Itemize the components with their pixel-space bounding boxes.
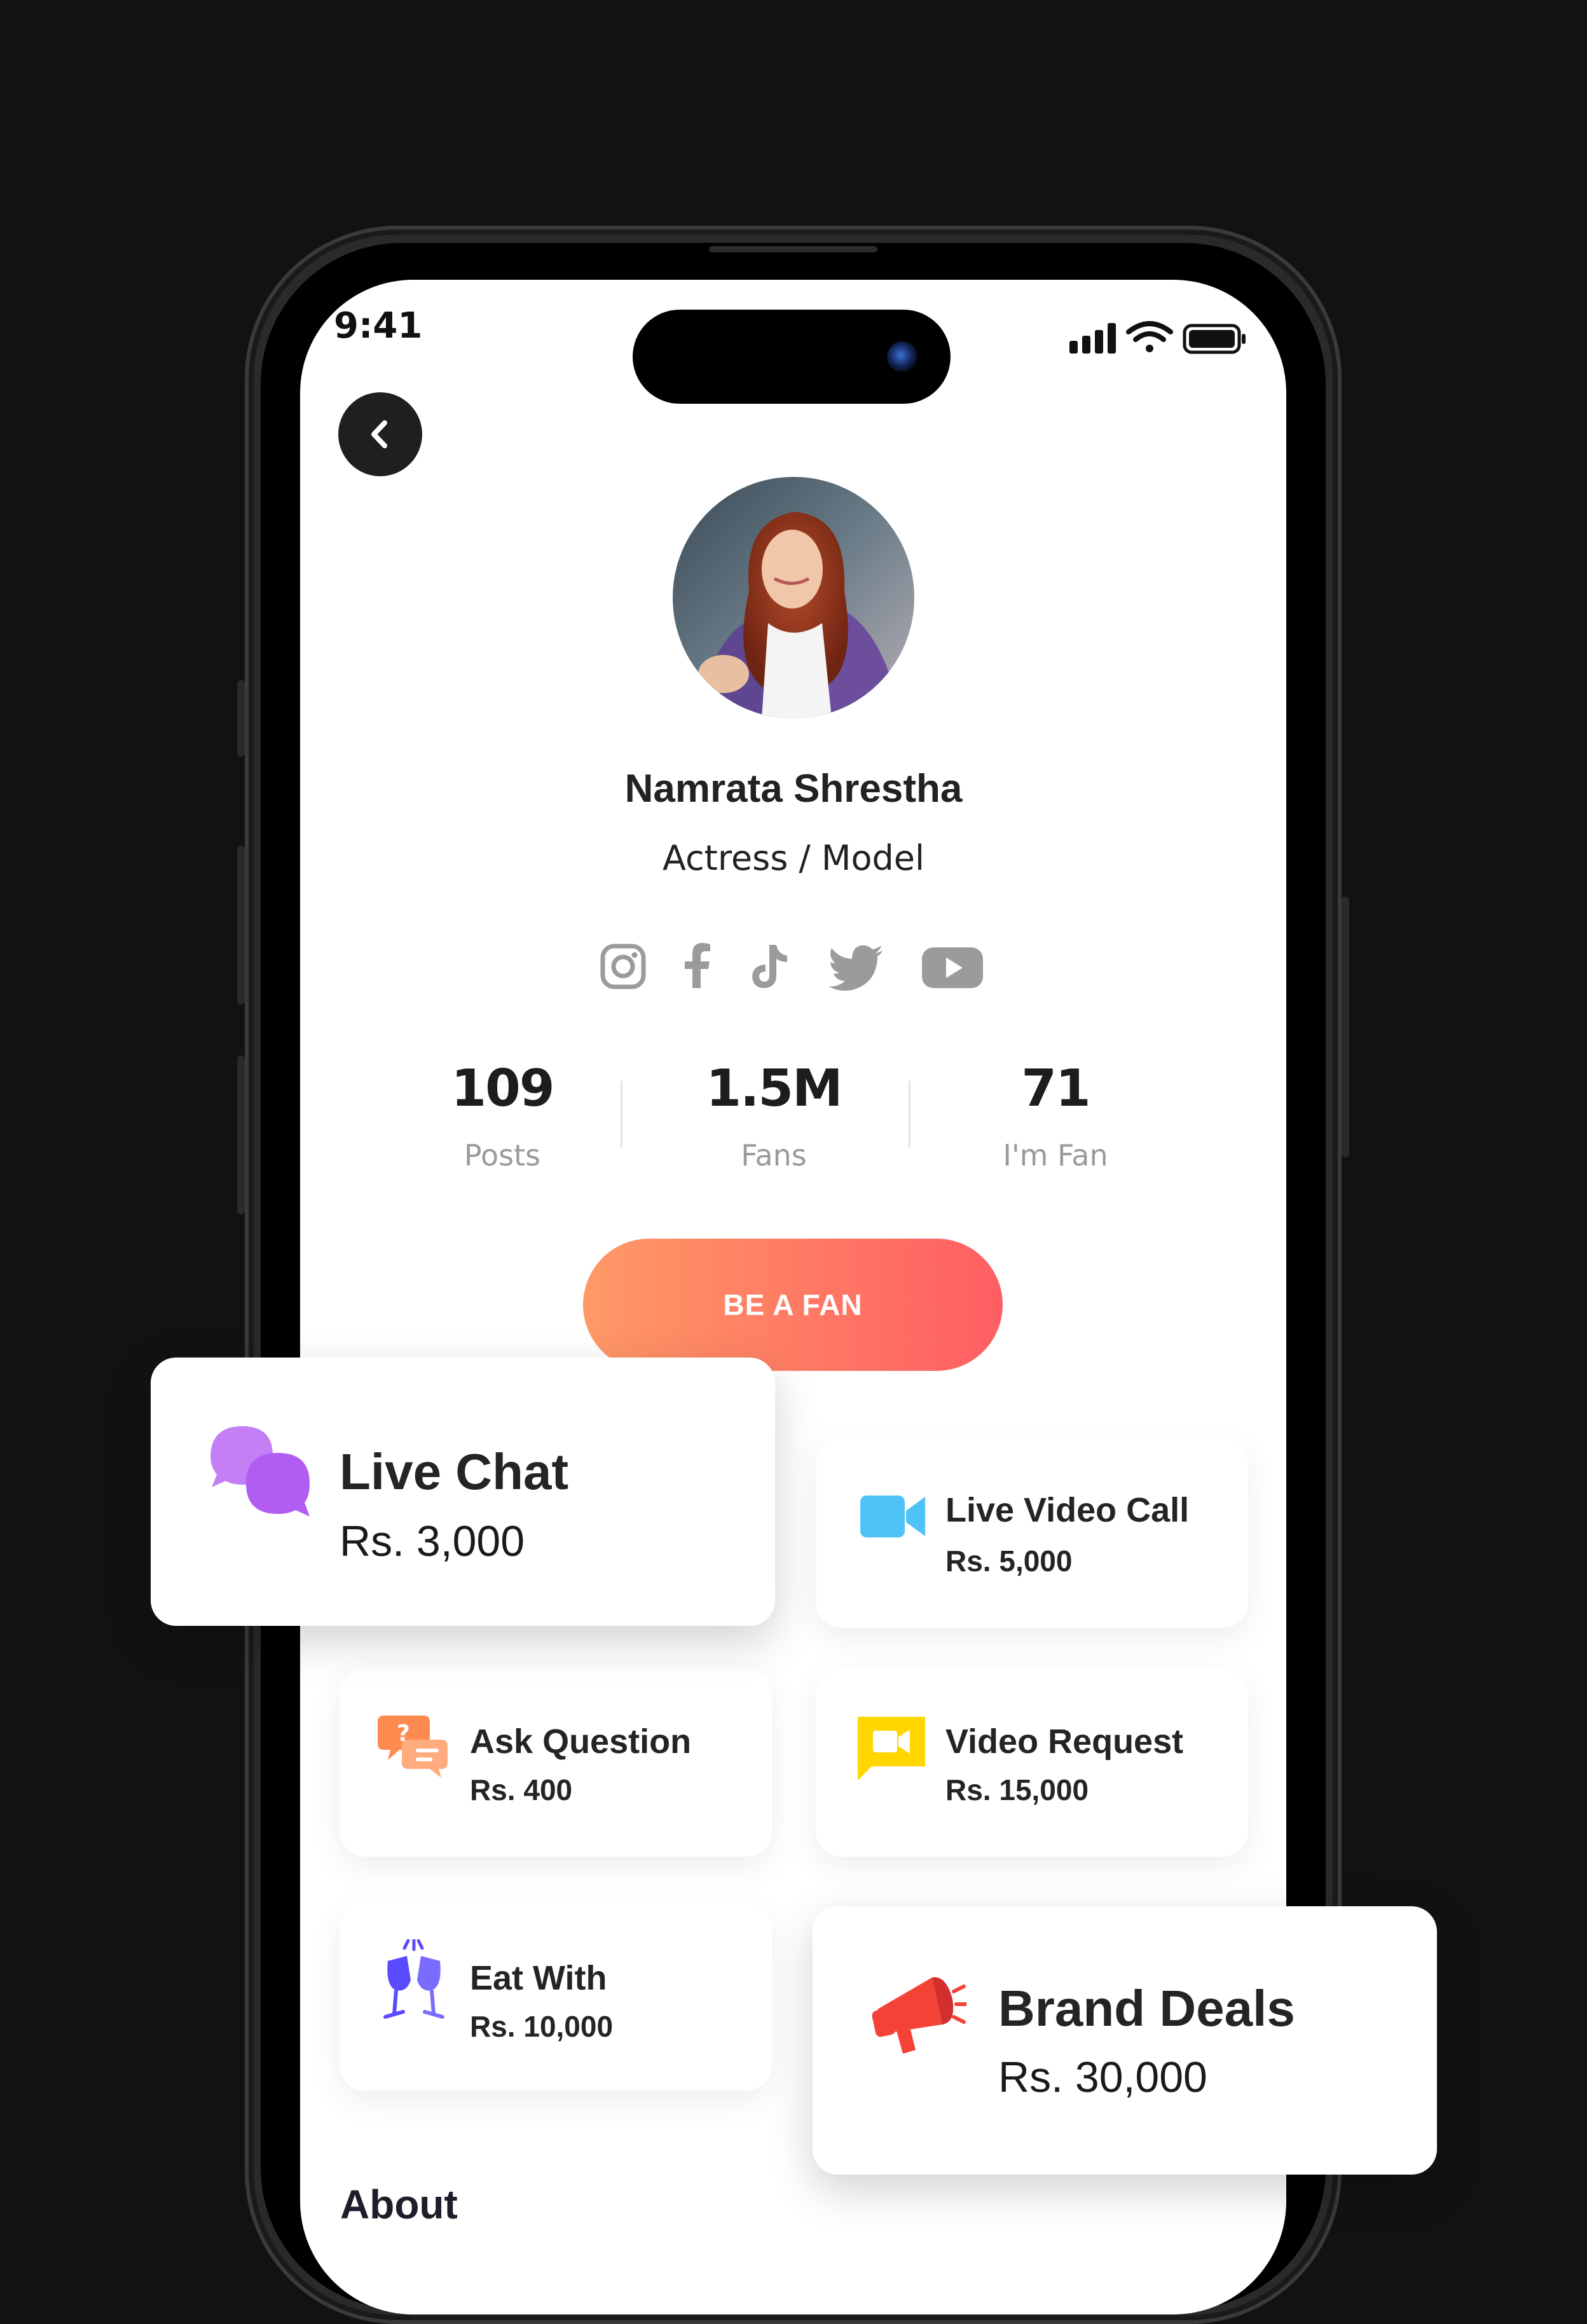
service-card-eat-with[interactable]: Eat With Rs. 10,000 — [340, 1902, 772, 2091]
about-heading: About — [340, 2182, 458, 2227]
stat-divider — [909, 1081, 910, 1148]
service-title: Live Chat — [340, 1443, 569, 1500]
stat-posts-value: 109 — [451, 1059, 555, 1118]
status-time: 9:41 — [334, 305, 423, 347]
avatar[interactable] — [673, 477, 914, 719]
chat-bubbles-icon — [210, 1426, 310, 1516]
service-title: Video Request — [945, 1722, 1184, 1761]
chevron-left-icon — [371, 420, 387, 448]
service-title: Live Video Call — [945, 1491, 1190, 1529]
stat-posts-label: Posts — [464, 1138, 541, 1172]
cheers-glasses-icon — [383, 1939, 444, 2019]
wifi-icon — [1126, 321, 1173, 352]
service-price: Rs. 15,000 — [945, 1773, 1089, 1806]
stat-fans-value: 1.5M — [706, 1059, 842, 1118]
video-camera-icon — [860, 1495, 925, 1537]
service-card-live-video-call[interactable]: Live Video Call Rs. 5,000 — [816, 1438, 1248, 1628]
service-card-ask-question[interactable]: ? Ask Question Rs. 400 — [340, 1668, 772, 1857]
stat-divider — [621, 1081, 622, 1148]
service-card-video-request[interactable]: Video Request Rs. 15,000 — [816, 1668, 1248, 1857]
service-price: Rs. 10,000 — [470, 2010, 614, 2043]
stat-im-fan-label: I'm Fan — [1003, 1138, 1108, 1172]
youtube-icon[interactable] — [921, 941, 984, 992]
stat-fans-label: Fans — [741, 1138, 807, 1172]
side-button — [237, 680, 245, 757]
svg-text:?: ? — [397, 1721, 410, 1747]
speaker-grill — [709, 246, 877, 252]
back-button[interactable] — [338, 392, 422, 476]
question-chat-icon: ? — [378, 1715, 448, 1778]
twitter-icon[interactable] — [827, 941, 885, 992]
profile-role: Actress / Model — [662, 838, 924, 878]
be-a-fan-button[interactable]: BE A FAN — [583, 1239, 1003, 1371]
facebook-icon[interactable] — [679, 941, 713, 992]
front-camera — [887, 341, 917, 372]
service-price: Rs. 400 — [470, 1773, 573, 1806]
service-card-brand-deals[interactable]: Brand Deals Rs. 30,000 — [813, 1906, 1437, 2175]
service-title: Eat With — [470, 1959, 607, 1997]
battery-icon — [1183, 324, 1246, 354]
service-price: Rs. 30,000 — [998, 2053, 1207, 2101]
status-icons — [1068, 310, 1253, 364]
signal-icon — [1069, 323, 1116, 354]
service-card-live-chat[interactable]: Live Chat Rs. 3,000 — [151, 1358, 775, 1626]
instagram-icon[interactable] — [598, 941, 649, 992]
side-button — [1342, 897, 1349, 1157]
service-title: Brand Deals — [998, 1980, 1295, 2037]
profile-name: Namrata Shrestha — [624, 767, 963, 811]
service-price: Rs. 3,000 — [340, 1517, 525, 1565]
tiktok-icon[interactable] — [745, 941, 791, 992]
service-title: Ask Question — [470, 1722, 692, 1761]
video-message-icon — [858, 1717, 925, 1780]
stat-im-fan-value: 71 — [1021, 1059, 1090, 1118]
service-price: Rs. 5,000 — [945, 1544, 1073, 1578]
side-button — [237, 1055, 245, 1214]
megaphone-icon — [872, 1977, 966, 2054]
